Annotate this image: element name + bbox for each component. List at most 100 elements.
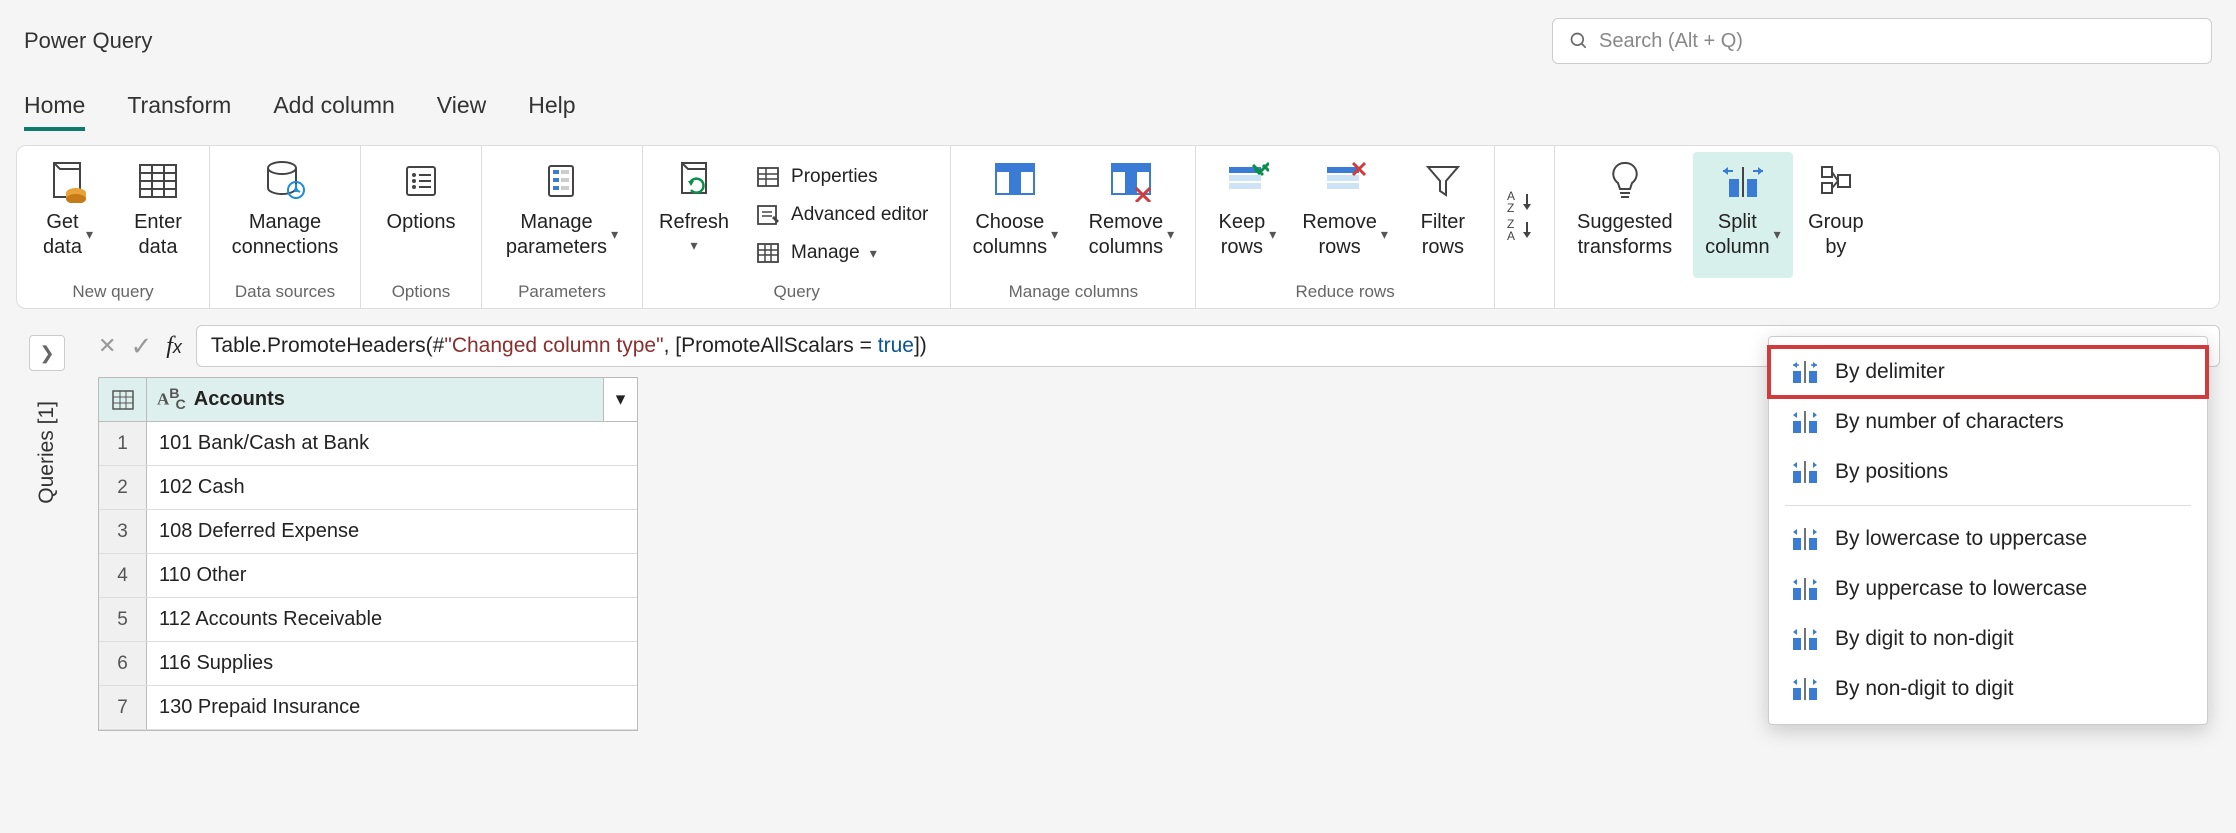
row-number[interactable]: 3 [99, 510, 147, 553]
table-row[interactable]: 2102 Cash [99, 466, 637, 510]
expand-queries-button[interactable]: ❯ [29, 335, 65, 371]
group-caption-manage-columns: Manage columns [961, 278, 1185, 304]
enter-data-label: Enter data [134, 210, 182, 260]
formula-text: Table.PromoteHeaders(#"Changed column ty… [211, 334, 927, 358]
keep-rows-button[interactable]: Keep rows ▾ [1206, 152, 1288, 278]
options-label: Options [387, 210, 456, 235]
menu-label: By lowercase to uppercase [1835, 527, 2087, 551]
choose-columns-button[interactable]: Choose columns ▾ [961, 152, 1069, 278]
remove-columns-icon [1105, 156, 1157, 206]
sort-desc-icon: ZA [1507, 218, 1541, 240]
menu-label: By uppercase to lowercase [1835, 577, 2087, 601]
table-row[interactable]: 3108 Deferred Expense [99, 510, 637, 554]
menu-non-digit-to-digit[interactable]: By non-digit to digit [1769, 664, 2207, 714]
menu-label: By digit to non-digit [1835, 627, 2014, 651]
remove-rows-button[interactable]: Remove rows ▾ [1296, 152, 1394, 278]
tab-transform[interactable]: Transform [127, 84, 231, 131]
row-number[interactable]: 2 [99, 466, 147, 509]
remove-columns-button[interactable]: Remove columns ▾ [1077, 152, 1185, 278]
remove-columns-label: Remove columns [1089, 210, 1163, 260]
table-row[interactable]: 6116 Supplies [99, 642, 637, 686]
menu-by-number-of-characters[interactable]: By number of characters [1769, 397, 2207, 447]
column-type-icon: ABC [157, 386, 186, 413]
formula-confirm-button[interactable]: ✓ [130, 331, 152, 362]
menu-by-delimiter[interactable]: By delimiter [1769, 347, 2207, 397]
properties-icon [755, 165, 781, 189]
manage-parameters-button[interactable]: Manage parameters ▾ [492, 152, 632, 278]
get-data-label: Get data [43, 210, 82, 260]
cell-accounts[interactable]: 108 Deferred Expense [147, 510, 637, 553]
fx-icon[interactable]: fx [166, 333, 182, 360]
manage-connections-icon [259, 156, 311, 206]
choose-columns-icon [989, 156, 1041, 206]
get-data-icon [42, 156, 94, 206]
menu-label: By non-digit to digit [1835, 677, 2014, 701]
split-icon [1791, 526, 1819, 552]
menu-label: By positions [1835, 460, 1948, 484]
get-data-button[interactable]: Get data ▾ [27, 152, 109, 278]
refresh-icon [668, 156, 720, 206]
menu-label: By number of characters [1835, 410, 2064, 434]
tab-view[interactable]: View [437, 84, 486, 131]
suggested-transforms-button[interactable]: Suggested transforms [1565, 152, 1685, 278]
cell-accounts[interactable]: 102 Cash [147, 466, 637, 509]
table-row[interactable]: 1101 Bank/Cash at Bank [99, 422, 637, 466]
chevron-down-icon[interactable]: ▾ [691, 237, 698, 254]
cell-accounts[interactable]: 130 Prepaid Insurance [147, 686, 637, 729]
menu-by-positions[interactable]: By positions [1769, 447, 2207, 497]
refresh-button[interactable]: Refresh ▾ [653, 152, 735, 278]
table-row[interactable]: 5112 Accounts Receivable [99, 598, 637, 642]
enter-data-button[interactable]: Enter data [117, 152, 199, 278]
chevron-down-icon: ▾ [86, 226, 93, 244]
sort-desc-button[interactable]: ZA [1507, 218, 1541, 240]
cell-accounts[interactable]: 112 Accounts Receivable [147, 598, 637, 641]
row-number[interactable]: 1 [99, 422, 147, 465]
row-number[interactable]: 4 [99, 554, 147, 597]
search-input[interactable]: Search (Alt + Q) [1552, 18, 2212, 64]
filter-rows-button[interactable]: Filter rows [1402, 152, 1484, 278]
cell-accounts[interactable]: 116 Supplies [147, 642, 637, 685]
split-icon [1791, 676, 1819, 702]
app-title: Power Query [24, 28, 152, 54]
split-column-label: Split column [1705, 210, 1769, 260]
row-number[interactable]: 6 [99, 642, 147, 685]
menu-digit-to-non-digit[interactable]: By digit to non-digit [1769, 614, 2207, 664]
group-caption-sort [1505, 278, 1544, 304]
row-number[interactable]: 7 [99, 686, 147, 729]
group-caption-new-query: New query [27, 278, 199, 304]
lightbulb-icon [1599, 156, 1651, 206]
formula-cancel-button[interactable]: ✕ [98, 333, 116, 359]
column-header-accounts[interactable]: ABC Accounts [147, 378, 603, 421]
tab-help[interactable]: Help [528, 84, 575, 131]
column-filter-button[interactable]: ▾ [603, 378, 637, 421]
options-button[interactable]: Options [371, 152, 471, 278]
properties-button[interactable]: Properties [749, 159, 934, 195]
chevron-down-icon: ▾ [1167, 226, 1174, 244]
grid-header: ABC Accounts ▾ [99, 378, 637, 422]
tab-strip: Home Transform Add column View Help [0, 74, 2236, 131]
manage-connections-button[interactable]: Manage connections [220, 152, 350, 278]
filter-rows-label: Filter rows [1421, 210, 1465, 260]
select-all-corner[interactable] [99, 378, 147, 421]
split-column-button[interactable]: Split column ▾ [1693, 152, 1793, 278]
table-row[interactable]: 4110 Other [99, 554, 637, 598]
manage-connections-label: Manage connections [232, 210, 339, 260]
manage-label: Manage [791, 242, 860, 264]
cell-accounts[interactable]: 101 Bank/Cash at Bank [147, 422, 637, 465]
cell-accounts[interactable]: 110 Other [147, 554, 637, 597]
sort-asc-button[interactable]: AZ [1507, 190, 1541, 212]
advanced-editor-button[interactable]: Advanced editor [749, 197, 934, 233]
menu-lowercase-to-uppercase[interactable]: By lowercase to uppercase [1769, 514, 2207, 564]
tab-home[interactable]: Home [24, 84, 85, 131]
tab-add-column[interactable]: Add column [273, 84, 394, 131]
group-options: Options Options [361, 146, 482, 308]
table-row[interactable]: 7130 Prepaid Insurance [99, 686, 637, 730]
group-caption-query: Query [653, 278, 940, 304]
ribbon: Get data ▾ Enter data New query Manage c… [16, 145, 2220, 309]
manage-button[interactable]: Manage ▾ [749, 235, 934, 271]
menu-uppercase-to-lowercase[interactable]: By uppercase to lowercase [1769, 564, 2207, 614]
group-by-button[interactable]: Group by [1801, 152, 1871, 278]
options-icon [395, 156, 447, 206]
row-number[interactable]: 5 [99, 598, 147, 641]
queries-panel-label[interactable]: Queries [1] [35, 401, 59, 504]
